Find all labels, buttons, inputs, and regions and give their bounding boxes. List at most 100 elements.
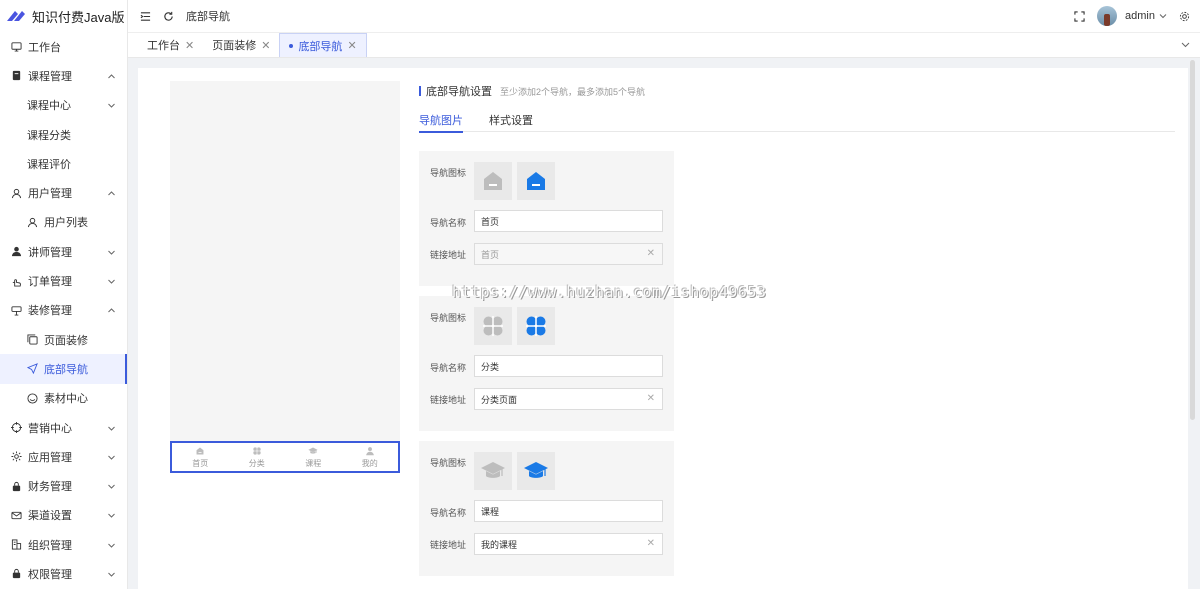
active-icon-picker[interactable] [517,162,555,200]
preview-nav-label: 课程 [305,458,322,468]
logo[interactable]: 知识付费Java版 [0,0,127,32]
nav-name-input[interactable]: 首页 [474,210,663,232]
sidebar-item[interactable]: 用户管理 [0,178,127,207]
settings-subtabs: 导航图片 样式设置 [419,112,1175,133]
sidebar-item[interactable]: 课程评价 [0,149,127,178]
nav-name-label: 导航名称 [430,218,467,228]
sidebar-item-label: 课程评价 [27,158,71,171]
tab-label: 工作台 [147,40,180,52]
tab[interactable]: 页面装修 ✕ [203,33,279,57]
sidebar-item-label: 页面装修 [44,334,88,347]
sidebar-item-label: 财务管理 [28,481,72,494]
sidebar-item[interactable]: 页面装修 [0,325,127,354]
chevron-up-icon [108,191,115,196]
close-icon[interactable]: ✕ [185,39,194,52]
nav-link-select[interactable]: 我的课程 ✕ [474,533,663,555]
grid-icon [483,316,503,336]
sidebar-item[interactable]: 营销中心 [0,413,127,442]
chevron-down-icon [108,250,115,255]
refresh-icon[interactable] [163,11,174,22]
sidebar-item[interactable]: 用户列表 [0,208,127,237]
preview-nav-label: 分类 [248,458,265,468]
sidebar-item[interactable]: 课程管理 [0,61,127,90]
title-accent-bar [419,86,421,96]
sidebar-item[interactable]: 订单管理 [0,266,127,295]
nav-name-value: 分类 [481,361,500,372]
scrollbar-thumb[interactable] [1190,60,1195,420]
sun-icon [11,451,22,462]
home-icon [484,172,502,190]
nav-link-value: 我的课程 [481,539,518,550]
tab[interactable]: 底部导航 ✕ [279,33,367,57]
nav-name-input[interactable]: 分类 [474,355,663,377]
nav-link-select[interactable]: 首页 ✕ [474,243,663,265]
settings-header: 底部导航设置 至少添加2个导航，最多添加5个导航 [419,83,645,99]
lock-icon [11,568,22,579]
sidebar-item[interactable]: 素材中心 [0,384,127,413]
sidebar-item[interactable]: 底部导航 [0,354,127,384]
decor-icon [11,305,22,316]
sidebar-item-label: 课程管理 [28,70,72,83]
sidebar-item[interactable]: 工作台 [0,32,127,61]
settings-subtab[interactable]: 样式设置 [489,112,533,132]
inactive-icon-picker[interactable] [474,307,512,345]
sidebar-item[interactable]: 讲师管理 [0,237,127,266]
active-icon-picker[interactable] [517,307,555,345]
sidebar-item[interactable]: 组织管理 [0,530,127,559]
nav-icon-label: 导航图标 [430,168,467,178]
nav-link-select[interactable]: 分类页面 ✕ [474,388,663,410]
chevron-down-icon[interactable] [1159,12,1167,20]
inactive-icon-picker[interactable] [474,162,512,200]
person-icon [365,446,374,455]
nav-icon-label: 导航图标 [430,313,467,323]
menu-fold-icon[interactable] [140,11,151,22]
chevron-down-icon [108,103,115,108]
sidebar-item[interactable]: 课程中心 [0,91,127,120]
gear-icon[interactable] [1179,11,1190,22]
inactive-icon-picker[interactable] [474,452,512,490]
sidebar-item[interactable]: 权限管理 [0,559,127,588]
home-icon [196,447,204,454]
nav-name-input[interactable]: 课程 [474,500,663,522]
sidebar-item-label: 底部导航 [44,363,88,376]
nav-link-label: 链接地址 [430,395,467,405]
sidebar-item[interactable]: 渠道设置 [0,501,127,530]
sidebar-item[interactable]: 装修管理 [0,296,127,325]
close-icon[interactable]: ✕ [347,39,356,52]
avatar[interactable] [1097,6,1118,26]
sidebar-item-label: 课程中心 [27,100,71,113]
preview-nav-item[interactable]: 我的 [342,443,399,471]
sidebar-item[interactable]: 课程分类 [0,120,127,149]
close-icon[interactable]: ✕ [261,39,270,52]
chevron-down-icon [108,572,115,577]
preview-bottom-nav[interactable]: 首页 分类 课程 我的 [170,441,400,473]
settings-subtab[interactable]: 导航图片 [419,112,463,133]
sidebar-item-label: 素材中心 [44,393,88,406]
sidebar-item-label: 渠道设置 [28,510,72,523]
preview-nav-item[interactable]: 分类 [229,443,286,471]
nav-item-card: 导航图标 导航名称 分类 链接地址 分类页面 ✕ [419,296,674,431]
breadcrumb: 底部导航 [186,11,230,23]
preview-nav-item[interactable]: 首页 [172,443,229,471]
chevron-down-icon[interactable] [1181,40,1190,49]
chevron-up-icon [108,308,115,313]
nav-link-label: 链接地址 [430,540,467,550]
sidebar-item-label: 用户管理 [28,188,72,201]
fullscreen-icon[interactable] [1074,10,1085,22]
clear-icon[interactable]: ✕ [647,538,655,549]
chevron-down-icon [108,484,115,489]
tab[interactable]: 工作台 ✕ [138,33,203,57]
preview-nav-item[interactable]: 课程 [285,443,342,471]
clear-icon[interactable]: ✕ [647,248,655,259]
sidebar-item-label: 课程分类 [27,129,71,142]
clear-icon[interactable]: ✕ [647,393,655,404]
scrollbar[interactable] [1190,58,1196,589]
user-name[interactable]: admin [1125,10,1155,22]
sidebar-item[interactable]: 财务管理 [0,471,127,500]
sidebar-item[interactable]: 应用管理 [0,442,127,471]
sidebar-item-label: 订单管理 [28,276,72,289]
home-icon [527,172,545,190]
nav-name-value: 课程 [481,506,500,517]
teacher-icon [11,246,22,257]
active-icon-picker[interactable] [517,452,555,490]
